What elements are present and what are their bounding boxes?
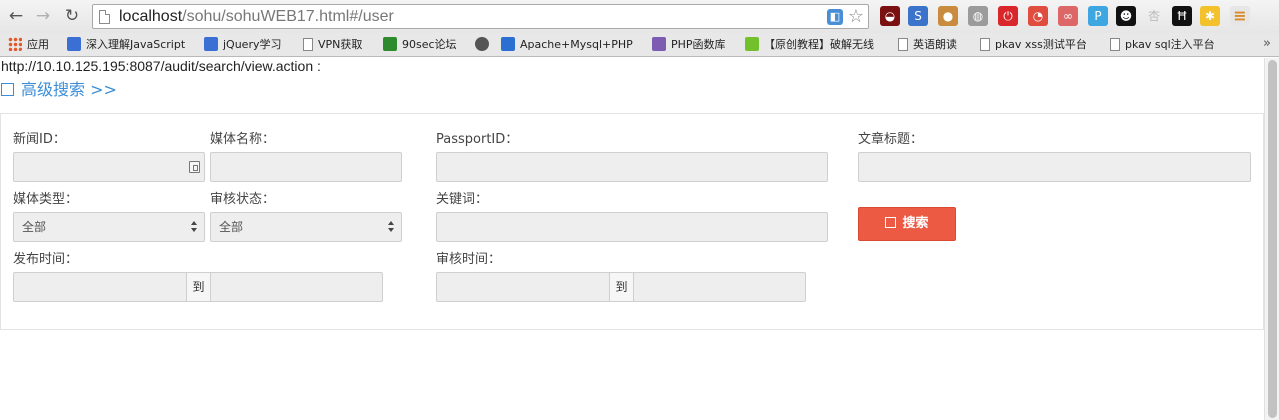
mask-extension-icon[interactable]: ◒ [880,6,900,26]
hanzi-extension-icon[interactable]: 杏 [1144,6,1164,26]
bookmark-label: pkav xss测试平台 [995,38,1087,51]
bookmark-label: Apache+Mysql+PHP [520,38,633,51]
bookmark-apps[interactable]: 应用 [8,36,49,54]
bookmark-wifi-tutorial[interactable]: 【原创教程】破解无线 [745,36,874,54]
php-func-icon [652,37,666,51]
keyword-input[interactable] [436,212,828,242]
audit-status-label: 审核状态： [210,192,276,207]
bookmark-label: PHP函数库 [671,38,726,51]
translate-extension-icon[interactable]: S [908,6,928,26]
publish-time-end-input[interactable] [210,272,383,302]
bookmark-apple[interactable] [475,36,494,54]
bookmark-jquery[interactable]: jQuery学习 [204,36,282,54]
page-icon [303,38,313,51]
page-icon [980,38,990,51]
bookmark-label: 深入理解JavaScript [86,38,186,51]
bookmark-label: 应用 [27,38,49,51]
link-extension-icon[interactable]: ∞ [1058,6,1078,26]
passport-id-input[interactable] [436,152,828,182]
media-type-label: 媒体类型： [13,192,79,207]
back-arrow-icon[interactable]: ← [6,6,26,26]
news-id-label: 新闻ID： [13,132,66,147]
select-arrows-icon [191,218,199,236]
advanced-search-link[interactable]: 高级搜索 >> [1,76,117,100]
apple-icon [475,37,489,51]
menu-icon[interactable]: ≡ [1230,6,1250,26]
bookmark-deep-js[interactable]: 深入理解JavaScript [67,36,185,54]
action-url-text: http://10.10.125.195:8087/audit/search/v… [1,58,321,74]
search-button[interactable]: 搜索 [858,207,956,241]
publish-time-start-input[interactable] [13,272,187,302]
bookmark-pkav-xss[interactable]: pkav xss测试平台 [980,36,1087,54]
audit-time-start-input[interactable] [436,272,610,302]
scrollbar-thumb[interactable] [1268,60,1277,418]
article-title-input[interactable] [858,152,1251,182]
bookmarks-overflow-icon[interactable]: » [1263,36,1271,51]
globe-extension-icon[interactable]: ◍ [968,6,988,26]
search-square-icon [885,217,897,228]
media-name-input[interactable] [210,152,402,182]
search-button-label: 搜索 [902,216,929,231]
forward-arrow-icon[interactable]: → [33,6,53,26]
page-icon [1110,38,1120,51]
browser-toolbar: ← → ↻ localhost/sohu/sohuWEB17.html#/use… [0,0,1279,33]
bookmark-php-func[interactable]: PHP函数库 [652,36,726,54]
article-title-label: 文章标题： [858,132,924,147]
bookmarks-bar: » 应用 深入理解JavaScript jQuery学习 VPN获取 90sec论坛 Ap… [0,33,1279,57]
audit-time-end-input[interactable] [633,272,806,302]
bookmark-90sec[interactable]: 90sec论坛 [383,36,457,54]
wifi-tutorial-icon [745,37,759,51]
bookmark-apache[interactable]: Apache+Mysql+PHP [501,36,633,54]
media-type-select[interactable]: 全部 [13,212,205,242]
apps-grid-icon [8,37,22,51]
reload-icon[interactable]: ↻ [62,6,82,26]
jquery-icon [204,37,218,51]
publish-time-label: 发布时间： [13,252,79,267]
bookmark-vpn[interactable]: VPN获取 [303,36,362,54]
address-bar[interactable]: localhost/sohu/sohuWEB17.html#/user ◧ ☆ [92,4,869,29]
keyword-label: 关键词： [436,192,489,207]
yellow-extension-icon[interactable]: ✱ [1200,6,1220,26]
bookmark-label: jQuery学习 [223,38,282,51]
deep-js-icon [67,37,81,51]
anonymous-extension-icon[interactable]: ☻ [1116,6,1136,26]
page-action-icon[interactable]: ◧ [827,9,843,25]
media-type-value: 全部 [22,220,47,234]
audit-time-label: 审核时间： [436,252,502,267]
contact-card-icon[interactable] [189,161,200,173]
adblock-extension-icon[interactable]: ⏻ [998,6,1018,26]
bookmark-pkav-sql[interactable]: pkav sql注入平台 [1110,36,1215,54]
search-form-panel: 新闻ID： 媒体名称： PassportID： 文章标题： 媒体类型： 全部 审… [0,113,1264,330]
bookmark-label: 90sec论坛 [402,38,457,51]
page-scrollbar[interactable] [1264,58,1279,420]
cookie-extension-icon[interactable]: ● [938,6,958,26]
audit-status-select[interactable]: 全部 [210,212,402,242]
media-name-label: 媒体名称： [210,132,276,147]
bookmark-english[interactable]: 英语朗读 [898,36,957,54]
page-icon [898,38,908,51]
news-id-input[interactable] [13,152,205,182]
bookmark-star-icon[interactable]: ☆ [848,6,864,28]
checkbox-square-icon [1,83,14,96]
advanced-search-label: 高级搜索 >> [21,80,117,99]
apache-icon [501,37,515,51]
bookmark-label: VPN获取 [318,38,363,51]
audit-status-value: 全部 [219,220,244,234]
red-extension-icon[interactable]: ◔ [1028,6,1048,26]
page-icon [99,10,110,24]
bookmark-label: 【原创教程】破解无线 [764,38,874,51]
p-extension-icon[interactable]: P [1088,6,1108,26]
select-arrows-icon [388,218,396,236]
passport-id-label: PassportID： [436,132,519,147]
url-text[interactable]: localhost/sohu/sohuWEB17.html#/user [119,8,394,26]
audit-time-to-addon: 到 [609,272,634,302]
bookmark-label: pkav sql注入平台 [1125,38,1215,51]
h-extension-icon[interactable]: Ħ [1172,6,1192,26]
bookmark-label: 英语朗读 [913,38,957,51]
publish-time-to-addon: 到 [186,272,211,302]
90sec-icon [383,37,397,51]
